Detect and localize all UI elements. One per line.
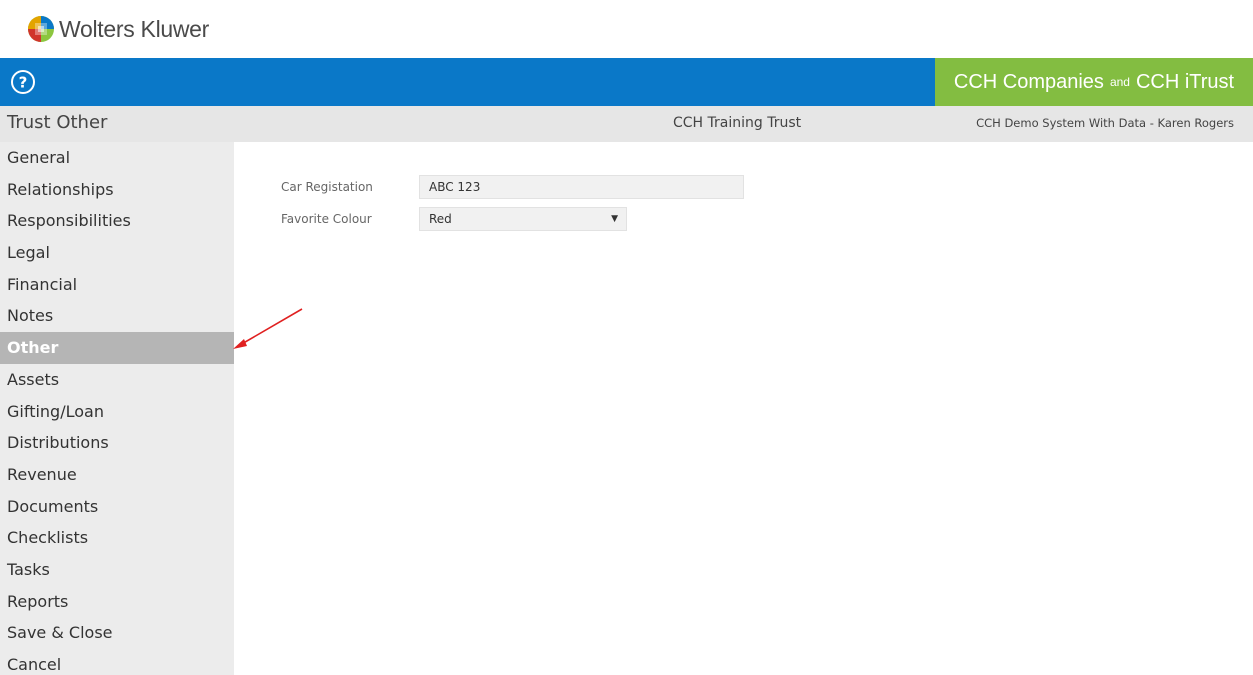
car-registration-input[interactable] [419,175,744,199]
globe-logo-icon [28,16,54,42]
sidebar-item-relationships[interactable]: Relationships [0,174,234,206]
logo-bar: Wolters Kluwer [0,0,1253,58]
wolters-kluwer-logo: Wolters Kluwer [25,14,209,44]
sidebar-item-legal[interactable]: Legal [0,237,234,269]
sidebar-item-distributions[interactable]: Distributions [0,427,234,459]
sidebar-item-other[interactable]: Other [0,332,234,364]
sidebar-item-documents[interactable]: Documents [0,491,234,523]
sidebar: General Relationships Responsibilities L… [0,142,234,675]
favorite-colour-label: Favorite Colour [281,212,372,226]
favorite-colour-select[interactable]: Red ▼ [419,207,627,231]
sidebar-item-gifting-loan[interactable]: Gifting/Loan [0,396,234,428]
sidebar-item-revenue[interactable]: Revenue [0,459,234,491]
page-title: Trust Other [7,112,108,133]
title-bar: Trust Other CCH Training Trust CCH Demo … [0,106,1253,142]
sidebar-item-general[interactable]: General [0,142,234,174]
sidebar-item-responsibilities[interactable]: Responsibilities [0,205,234,237]
svg-text:?: ? [19,74,28,92]
product-name-left: CCH Companies [953,70,1104,93]
annotation-arrow [233,308,303,349]
sidebar-item-tasks[interactable]: Tasks [0,554,234,586]
sidebar-item-save-close[interactable]: Save & Close [0,617,234,649]
help-circle-icon[interactable]: ? [9,68,37,96]
sidebar-item-reports[interactable]: Reports [0,586,234,618]
system-info: CCH Demo System With Data - Karen Rogers [976,116,1234,130]
sidebar-item-notes[interactable]: Notes [0,300,234,332]
sidebar-item-cancel[interactable]: Cancel [0,649,234,675]
sidebar-item-assets[interactable]: Assets [0,364,234,396]
chevron-down-icon: ▼ [611,214,618,224]
favorite-colour-value: Red [429,212,452,226]
product-name-right: CCH iTrust [1135,70,1235,93]
car-registration-label: Car Registation [281,180,373,194]
product-brand: CCH Companies and CCH iTrust [935,58,1253,106]
entity-name: CCH Training Trust [673,115,802,131]
sidebar-item-checklists[interactable]: Checklists [0,522,234,554]
sidebar-item-financial[interactable]: Financial [0,269,234,301]
product-and: and [1109,75,1130,89]
company-logo-text: Wolters Kluwer [59,15,210,42]
top-nav-bar: ? CCH Companies and CCH iTrust [0,58,1253,106]
